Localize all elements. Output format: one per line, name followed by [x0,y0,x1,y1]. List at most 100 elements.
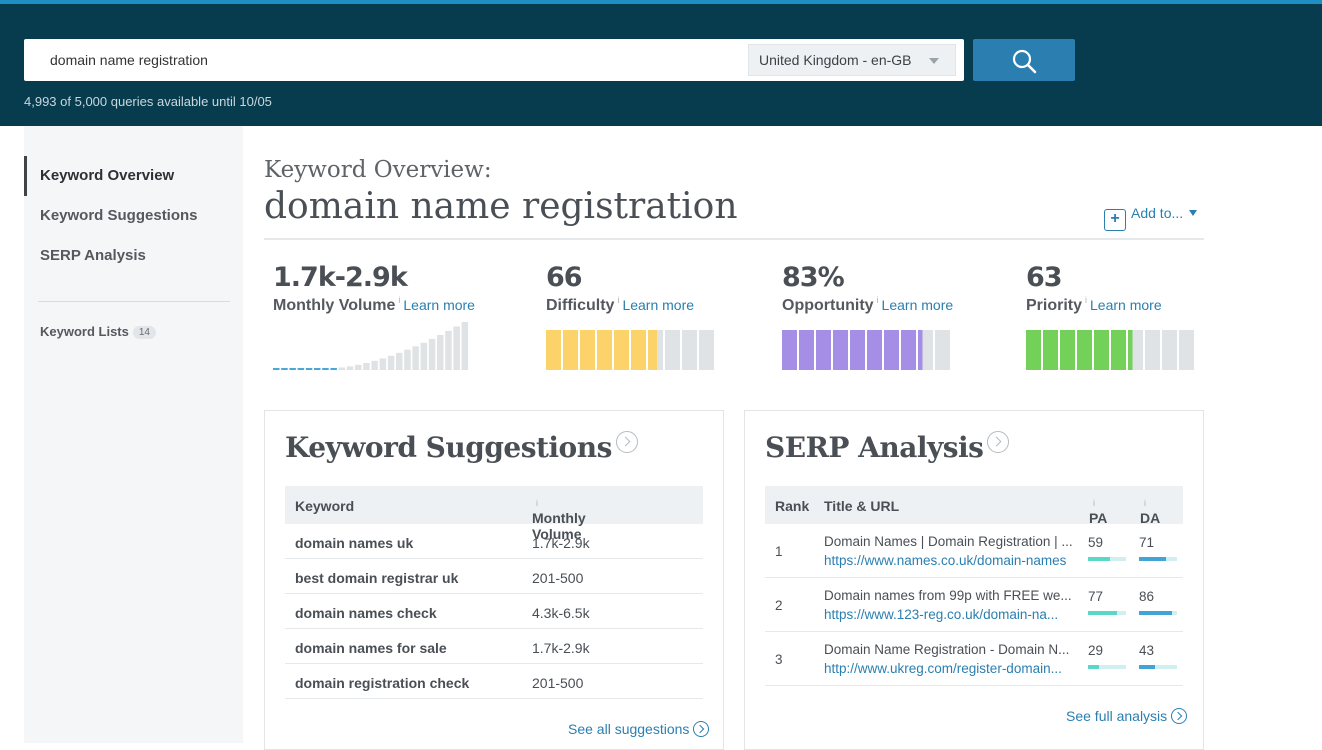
column-pa[interactable]: PA i [1089,498,1107,526]
keyword-suggestions-title[interactable]: Keyword Suggestions [285,431,638,464]
bar-segment [918,330,933,370]
monthly-volume-label: Monthly Volume [273,297,396,314]
see-full-analysis-label: See full analysis [1066,708,1168,724]
learn-more-link[interactable]: Learn more [1090,297,1162,313]
pa-meter [1088,611,1126,615]
column-title-url[interactable]: Title & URL [824,498,899,514]
table-row: 2 Domain names from 99p with FREE we... … [765,578,1183,632]
add-to-button[interactable]: + Add to... [1104,205,1198,231]
sidebar-item-keyword-lists[interactable]: Keyword Lists 14 [40,324,156,339]
locale-select[interactable]: United Kingdom - en-GB [748,44,956,76]
sidebar-item-serp-analysis[interactable]: SERP Analysis [40,247,146,264]
bar-segment [597,330,612,370]
info-icon[interactable]: i [1085,295,1087,305]
bar-segment [1094,330,1109,370]
sidebar: Keyword Overview Keyword Suggestions SER… [24,126,243,743]
bar-segment [816,330,831,370]
active-indicator [24,156,27,196]
page-title: domain name registration [264,186,738,227]
learn-more-link[interactable]: Learn more [622,297,694,313]
info-icon[interactable]: i [617,295,619,305]
volume-bar [273,368,280,370]
volume-bar [281,368,288,370]
serp-rank: 3 [775,652,783,667]
info-icon[interactable]: i [1144,498,1146,508]
bar-segment [648,330,663,370]
learn-more-link[interactable]: Learn more [403,297,475,313]
metric-monthly-volume: 1.7k-2.9k Monthly Volume i Learn more [273,262,503,370]
see-all-suggestions-label: See all suggestions [568,721,690,737]
keyword-lists-label: Keyword Lists [40,324,129,339]
volume-bar [387,355,395,370]
search-icon [1012,49,1037,74]
query-quota-text: 4,993 of 5,000 queries available until 1… [24,94,272,109]
learn-more-link[interactable]: Learn more [882,297,954,313]
bar-segment [935,330,950,370]
search-button[interactable] [973,39,1075,81]
serp-result-url[interactable]: https://www.123-reg.co.uk/domain-na... [824,607,1058,622]
sidebar-item-keyword-suggestions[interactable]: Keyword Suggestions [40,207,198,224]
sidebar-item-keyword-overview[interactable]: Keyword Overview [40,167,174,184]
serp-result-title: Domain names from 99p with FREE we... [824,588,1072,603]
search-input[interactable] [24,39,744,81]
suggestion-keyword[interactable]: domain registration check [295,675,469,691]
info-icon[interactable]: i [1093,498,1095,508]
volume-bar [437,335,444,370]
sidebar-divider [38,301,230,302]
info-icon[interactable]: i [398,295,400,305]
bar-segment [867,330,882,370]
serp-analysis-title[interactable]: SERP Analysis [765,431,1010,464]
keyword-lists-count-badge: 14 [132,326,156,339]
serp-analysis-card: SERP Analysis Rank Title & URL PA i DA i 1… [744,410,1204,750]
bar-segment [833,330,848,370]
table-row: domain names check 4.3k-6.5k [285,594,703,629]
serp-result-url[interactable]: https://www.names.co.uk/domain-names [824,553,1066,568]
bar-segment [850,330,865,370]
table-row: 1 Domain Names | Domain Registration | .… [765,524,1183,578]
serp-result-url[interactable]: http://www.ukreg.com/register-domain... [824,661,1062,676]
metric-opportunity: 83% Opportunity i Learn more [782,262,982,370]
suggestion-keyword[interactable]: domain names check [295,605,437,621]
suggestion-keyword[interactable]: domain names for sale [295,640,447,656]
column-monthly-volume[interactable]: Monthly Volume i [532,498,586,542]
bar-segment [884,330,899,370]
see-full-analysis-link[interactable]: See full analysis [1066,708,1188,724]
info-icon[interactable]: i [536,498,538,508]
volume-bar [428,338,436,370]
table-row: 3 Domain Name Registration - Domain N...… [765,632,1183,686]
suggestion-keyword[interactable]: domain names uk [295,535,413,551]
volume-bar [355,364,362,370]
chevron-right-circle-icon [693,721,710,737]
bar-segment [799,330,814,370]
volume-bar [412,346,419,370]
info-icon[interactable]: i [877,295,879,305]
suggestions-table-header: Keyword Monthly Volume i [285,486,703,542]
volume-bar [314,368,321,370]
priority-label: Priority [1026,297,1083,314]
bar-segment [1145,330,1160,370]
suggestion-volume: 1.7k-2.9k [532,535,590,551]
column-rank[interactable]: Rank [775,498,809,514]
bar-segment [1111,330,1126,370]
bar-segment [1026,330,1041,370]
suggestion-keyword[interactable]: best domain registrar uk [295,570,458,586]
serp-analysis-title-text: SERP Analysis [765,431,984,464]
suggestion-volume: 201-500 [532,675,584,691]
chevron-right-circle-icon[interactable] [987,431,1010,453]
serp-da-value: 43 [1139,643,1155,658]
volume-bar [297,368,305,370]
table-row: domain registration check 201-500 [285,664,703,699]
column-keyword[interactable]: Keyword [295,498,354,514]
search-box: United Kingdom - en-GB [24,39,964,81]
volume-bar [445,330,452,370]
bar-segment [682,330,697,370]
chevron-right-circle-icon[interactable] [615,431,638,453]
bar-segment [699,330,714,370]
see-all-suggestions-link[interactable]: See all suggestions [568,721,710,737]
da-meter [1139,665,1177,669]
column-da[interactable]: DA i [1140,498,1160,526]
pa-meter [1088,557,1126,561]
serp-da-value: 86 [1139,589,1155,604]
suggestion-volume: 4.3k-6.5k [532,605,590,621]
serp-pa-value: 59 [1088,535,1104,550]
